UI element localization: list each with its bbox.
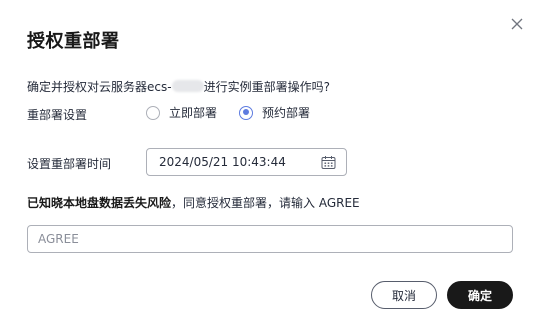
schedule-datetime-picker[interactable]: 2024/05/21 10:43:44: [146, 148, 347, 176]
question-prefix: 确定并授权对云服务器ecs-: [27, 80, 172, 94]
schedule-time-label: 设置重部署时间: [27, 157, 112, 171]
risk-acknowledgement: 已知晓本地盘数据丢失风险: [27, 196, 172, 210]
close-icon[interactable]: [508, 15, 526, 33]
redacted-server-name: [171, 80, 204, 92]
cancel-button[interactable]: 取消: [371, 281, 437, 309]
question-suffix: 进行实例重部署操作吗?: [203, 80, 330, 94]
radio-label-deploy-now: 立即部署: [169, 106, 218, 120]
agree-input[interactable]: [27, 225, 513, 253]
confirm-button[interactable]: 确定: [447, 281, 513, 309]
schedule-datetime-value: 2024/05/21 10:43:44: [159, 155, 286, 169]
radio-deploy-now[interactable]: 立即部署: [146, 104, 217, 121]
agree-instruction: 已知晓本地盘数据丢失风险，同意授权重部署，请输入 AGREE: [27, 194, 360, 211]
radio-label-scheduled-deploy: 预约部署: [262, 106, 311, 120]
confirm-question: 确定并授权对云服务器ecs- 进行实例重部署操作吗?: [27, 78, 330, 95]
radio-scheduled-deploy[interactable]: 预约部署: [239, 104, 310, 121]
agree-instruction-text: ，同意授权重部署，请输入 AGREE: [171, 196, 360, 210]
redeploy-setting-label: 重部署设置: [27, 108, 88, 122]
redeploy-dialog: 授权重部署 确定并授权对云服务器ecs- 进行实例重部署操作吗? 重部署设置 立即…: [0, 0, 543, 334]
radio-circle: [146, 105, 160, 120]
dialog-title: 授权重部署: [27, 31, 120, 52]
calendar-icon[interactable]: [321, 155, 336, 170]
radio-circle-checked: [239, 105, 253, 120]
